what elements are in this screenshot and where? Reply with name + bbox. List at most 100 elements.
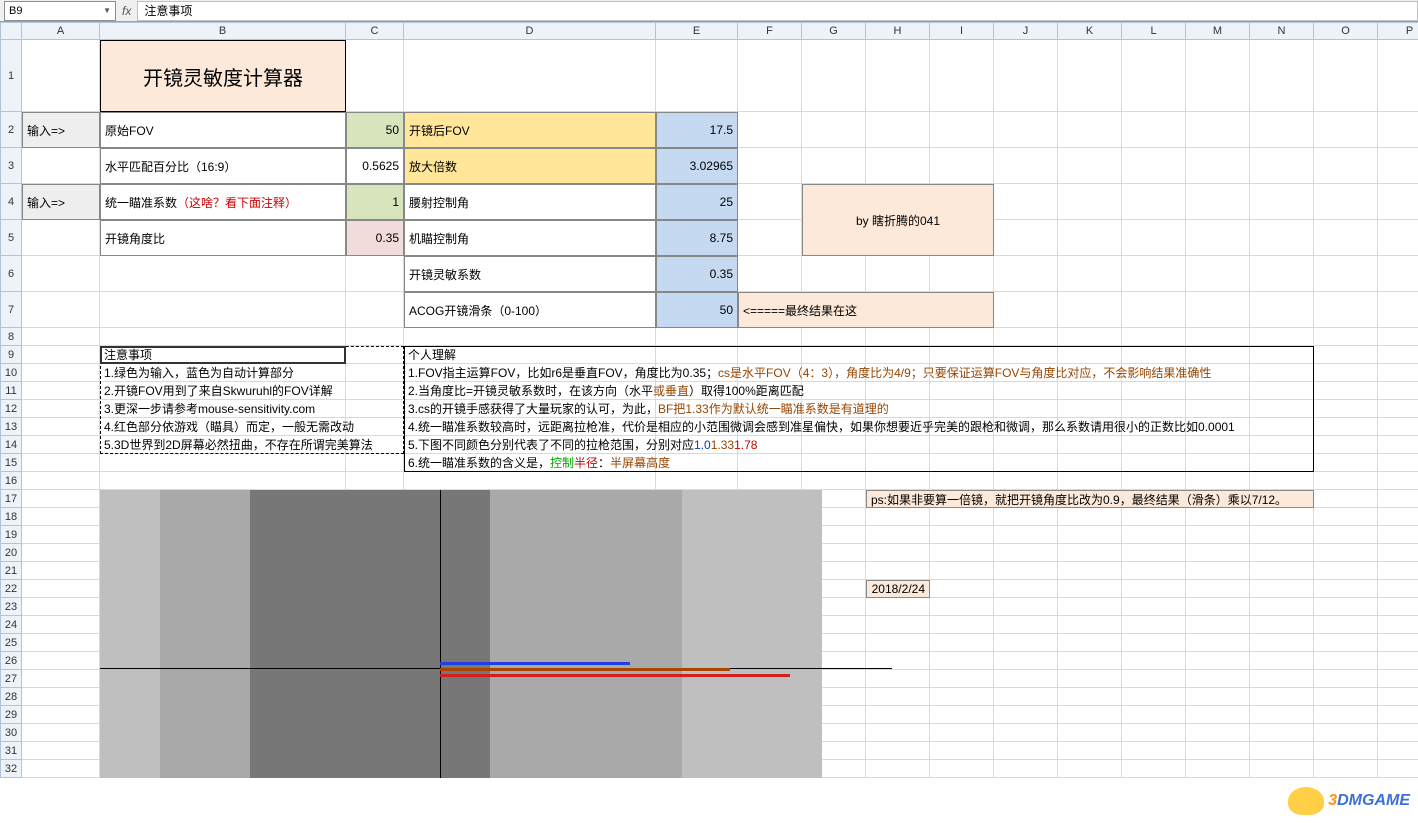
gridcell[interactable] <box>1250 184 1314 220</box>
col-header-B[interactable]: B <box>100 22 346 40</box>
gridcell[interactable] <box>22 148 100 184</box>
gridcell[interactable] <box>1122 472 1186 490</box>
gridcell[interactable] <box>1186 472 1250 490</box>
gridcell[interactable] <box>1186 544 1250 562</box>
gridcell[interactable] <box>930 562 994 580</box>
gridcell[interactable] <box>1250 670 1314 688</box>
row-header-31[interactable]: 31 <box>0 742 22 760</box>
gridcell[interactable] <box>1058 40 1122 112</box>
row-header-24[interactable]: 24 <box>0 616 22 634</box>
gridcell[interactable] <box>22 652 100 670</box>
row-header-19[interactable]: 19 <box>0 526 22 544</box>
gridcell[interactable] <box>22 292 100 328</box>
gridcell[interactable] <box>930 256 994 292</box>
gridcell[interactable] <box>1122 652 1186 670</box>
gridcell[interactable] <box>930 742 994 760</box>
gridcell[interactable] <box>1122 670 1186 688</box>
gridcell[interactable] <box>1058 580 1122 598</box>
gridcell[interactable] <box>930 598 994 616</box>
gridcell[interactable] <box>346 328 404 346</box>
gridcell[interactable] <box>1378 328 1418 346</box>
gridcell[interactable] <box>994 688 1058 706</box>
nr1[interactable]: 1.FOV指主运算FOV，比如r6是垂直FOV，角度比为0.35；cs是水平FO… <box>404 364 1314 382</box>
gridcell[interactable] <box>1250 652 1314 670</box>
gridcell[interactable] <box>1378 688 1418 706</box>
date-cell[interactable]: 2018/2/24 <box>866 580 930 598</box>
gridcell[interactable] <box>1186 706 1250 724</box>
gridcell[interactable] <box>1122 742 1186 760</box>
gridcell[interactable] <box>1314 346 1378 364</box>
gridcell[interactable] <box>1122 634 1186 652</box>
gridcell[interactable] <box>1058 328 1122 346</box>
lbl-b5[interactable]: 开镜角度比 <box>100 220 346 256</box>
gridcell[interactable] <box>930 580 994 598</box>
gridcell[interactable] <box>866 544 930 562</box>
gridcell[interactable] <box>994 184 1058 220</box>
gridcell[interactable] <box>994 706 1058 724</box>
gridcell[interactable] <box>1314 364 1378 382</box>
gridcell[interactable] <box>1250 472 1314 490</box>
gridcell[interactable] <box>930 760 994 778</box>
gridcell[interactable] <box>994 148 1058 184</box>
gridcell[interactable] <box>1186 346 1250 364</box>
gridcell[interactable] <box>1378 292 1418 328</box>
row-header-29[interactable]: 29 <box>0 706 22 724</box>
lbl-d3[interactable]: 放大倍数 <box>404 148 656 184</box>
gridcell[interactable] <box>866 112 930 148</box>
gridcell[interactable] <box>1186 184 1250 220</box>
notes-left-3[interactable]: 3.更深一步请参考mouse-sensitivity.com <box>100 400 404 418</box>
gridcell[interactable] <box>656 328 738 346</box>
row-header-21[interactable]: 21 <box>0 562 22 580</box>
gridcell[interactable] <box>866 760 930 778</box>
gridcell[interactable] <box>1250 616 1314 634</box>
gridcell[interactable] <box>802 112 866 148</box>
gridcell[interactable] <box>22 634 100 652</box>
gridcell[interactable] <box>1058 112 1122 148</box>
gridcell[interactable] <box>1250 562 1314 580</box>
gridcell[interactable] <box>1314 112 1378 148</box>
gridcell[interactable] <box>656 346 738 364</box>
author-box[interactable]: by 瞎折腾的041 <box>802 184 994 256</box>
gridcell[interactable] <box>22 328 100 346</box>
gridcell[interactable] <box>1378 346 1418 364</box>
gridcell[interactable] <box>994 562 1058 580</box>
gridcell[interactable] <box>22 544 100 562</box>
gridcell[interactable] <box>22 490 100 508</box>
gridcell[interactable] <box>100 454 346 472</box>
gridcell[interactable] <box>866 616 930 634</box>
gridcell[interactable] <box>802 346 866 364</box>
gridcell[interactable] <box>22 580 100 598</box>
gridcell[interactable] <box>1186 742 1250 760</box>
nr3[interactable]: 3.cs的开镜手感获得了大量玩家的认可，为此，BF把1.33作为默认统一瞄准系数… <box>404 400 1314 418</box>
gridcell[interactable] <box>1314 328 1378 346</box>
gridcell[interactable] <box>1250 292 1314 328</box>
gridcell[interactable] <box>866 328 930 346</box>
gridcell[interactable] <box>866 562 930 580</box>
gridcell[interactable] <box>866 508 930 526</box>
gridcell[interactable] <box>1122 220 1186 256</box>
gridcell[interactable] <box>1058 670 1122 688</box>
gridcell[interactable] <box>1058 724 1122 742</box>
row-header-30[interactable]: 30 <box>0 724 22 742</box>
col-header-O[interactable]: O <box>1314 22 1378 40</box>
gridcell[interactable] <box>1250 112 1314 148</box>
row-header-3[interactable]: 3 <box>0 148 22 184</box>
row-header-7[interactable]: 7 <box>0 292 22 328</box>
col-header-G[interactable]: G <box>802 22 866 40</box>
gridcell[interactable] <box>1058 598 1122 616</box>
gridcell[interactable] <box>1378 436 1418 454</box>
gridcell[interactable] <box>1186 688 1250 706</box>
gridcell[interactable] <box>738 184 802 220</box>
gridcell[interactable] <box>994 346 1058 364</box>
gridcell[interactable] <box>1314 436 1378 454</box>
gridcell[interactable] <box>1314 454 1378 472</box>
gridcell[interactable] <box>802 472 866 490</box>
gridcell[interactable] <box>1250 220 1314 256</box>
gridcell[interactable] <box>930 148 994 184</box>
gridcell[interactable] <box>738 346 802 364</box>
col-header-J[interactable]: J <box>994 22 1058 40</box>
gridcell[interactable] <box>1058 346 1122 364</box>
gridcell[interactable] <box>930 112 994 148</box>
gridcell[interactable] <box>1186 328 1250 346</box>
val-e5[interactable]: 8.75 <box>656 220 738 256</box>
